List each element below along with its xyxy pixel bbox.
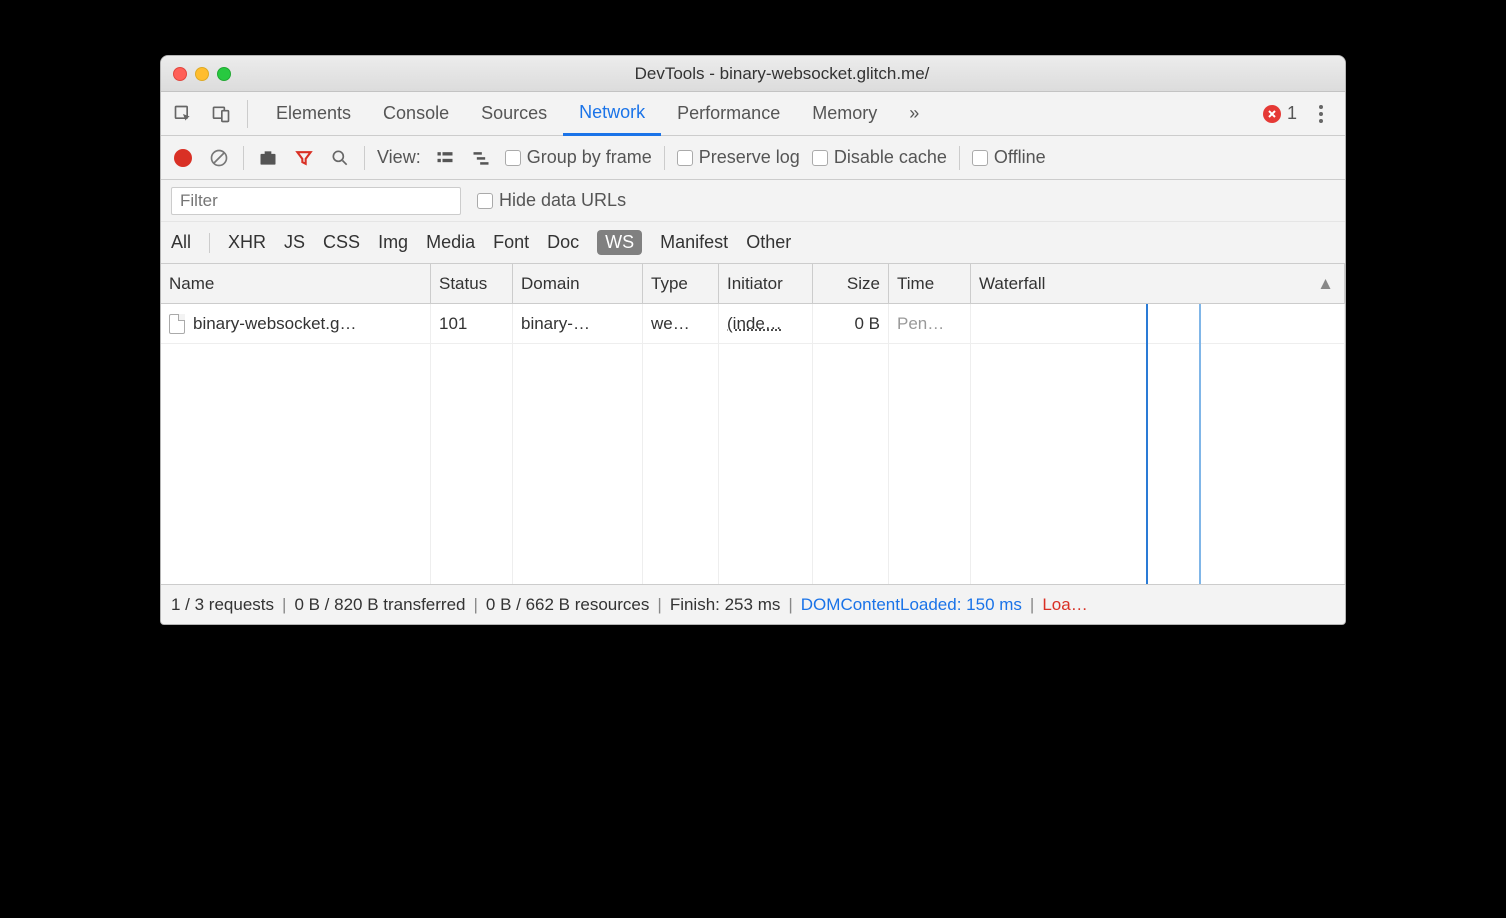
minimize-window-button[interactable] <box>195 67 209 81</box>
filter-font[interactable]: Font <box>493 232 529 253</box>
filter-all[interactable]: All <box>171 232 191 253</box>
inspect-icon[interactable] <box>169 100 197 128</box>
filter-icon[interactable] <box>292 146 316 170</box>
error-icon <box>1263 105 1281 123</box>
type-filters: All XHR JS CSS Img Media Font Doc WS Man… <box>161 222 1345 264</box>
filter-input[interactable] <box>171 187 461 215</box>
sort-arrow-icon: ▲ <box>1317 274 1334 294</box>
status-resources: 0 B / 662 B resources <box>486 595 649 615</box>
tab-sources[interactable]: Sources <box>465 92 563 135</box>
col-header-domain[interactable]: Domain <box>513 264 643 303</box>
filter-js[interactable]: JS <box>284 232 305 253</box>
cell-size: 0 B <box>813 304 889 343</box>
network-statusbar: 1 / 3 requests| 0 B / 820 B transferred|… <box>161 584 1345 624</box>
tab-console[interactable]: Console <box>367 92 465 135</box>
filter-manifest[interactable]: Manifest <box>660 232 728 253</box>
hide-data-urls-checkbox[interactable]: Hide data URLs <box>477 190 626 211</box>
filter-ws[interactable]: WS <box>597 230 642 255</box>
col-header-name[interactable]: Name <box>161 264 431 303</box>
tab-elements[interactable]: Elements <box>260 92 367 135</box>
window-title: DevTools - binary-websocket.glitch.me/ <box>231 64 1333 84</box>
device-toggle-icon[interactable] <box>207 100 235 128</box>
tab-memory[interactable]: Memory <box>796 92 893 135</box>
offline-checkbox[interactable]: Offline <box>972 147 1046 168</box>
waterfall-view-icon[interactable] <box>469 146 493 170</box>
close-window-button[interactable] <box>173 67 187 81</box>
network-toolbar: View: Group by frame Preserve log Disabl… <box>161 136 1345 180</box>
filter-img[interactable]: Img <box>378 232 408 253</box>
settings-menu-icon[interactable] <box>1319 112 1323 116</box>
tab-performance[interactable]: Performance <box>661 92 796 135</box>
zoom-window-button[interactable] <box>217 67 231 81</box>
capture-screenshots-icon[interactable] <box>256 146 280 170</box>
col-header-size[interactable]: Size <box>813 264 889 303</box>
tabs-overflow[interactable]: » <box>893 92 935 135</box>
tab-network[interactable]: Network <box>563 93 661 136</box>
large-rows-icon[interactable] <box>433 146 457 170</box>
col-header-time[interactable]: Time <box>889 264 971 303</box>
col-header-waterfall[interactable]: Waterfall ▲ <box>971 264 1345 303</box>
col-header-initiator[interactable]: Initiator <box>719 264 813 303</box>
cell-domain: binary-… <box>513 304 643 343</box>
status-requests: 1 / 3 requests <box>171 595 274 615</box>
clear-button[interactable] <box>207 146 231 170</box>
filter-media[interactable]: Media <box>426 232 475 253</box>
col-header-type[interactable]: Type <box>643 264 719 303</box>
filter-row: Hide data URLs <box>161 180 1345 222</box>
filter-xhr[interactable]: XHR <box>228 232 266 253</box>
cell-status: 101 <box>431 304 513 343</box>
col-header-status[interactable]: Status <box>431 264 513 303</box>
cell-time: Pen… <box>889 304 971 343</box>
cell-initiator[interactable]: (inde… <box>727 314 782 334</box>
disable-cache-checkbox[interactable]: Disable cache <box>812 147 947 168</box>
search-icon[interactable] <box>328 146 352 170</box>
status-transferred: 0 B / 820 B transferred <box>294 595 465 615</box>
table-row[interactable]: binary-websocket.g… 101 binary-… we… (in… <box>161 304 1345 344</box>
status-load: Loa… <box>1042 595 1087 615</box>
window-titlebar: DevTools - binary-websocket.glitch.me/ <box>161 56 1345 92</box>
cell-waterfall <box>971 304 1345 343</box>
devtools-tabbar: Elements Console Sources Network Perform… <box>161 92 1345 136</box>
group-by-frame-checkbox[interactable]: Group by frame <box>505 147 652 168</box>
filter-doc[interactable]: Doc <box>547 232 579 253</box>
cell-type: we… <box>643 304 719 343</box>
file-icon <box>169 314 185 334</box>
record-button[interactable] <box>171 146 195 170</box>
status-dcl: DOMContentLoaded: 150 ms <box>801 595 1022 615</box>
filter-other[interactable]: Other <box>746 232 791 253</box>
error-count-badge[interactable]: 1 <box>1263 103 1297 124</box>
status-finish: Finish: 253 ms <box>670 595 781 615</box>
filter-css[interactable]: CSS <box>323 232 360 253</box>
preserve-log-checkbox[interactable]: Preserve log <box>677 147 800 168</box>
network-grid-header: Name Status Domain Type Initiator Size T… <box>161 264 1345 304</box>
network-grid-body: binary-websocket.g… 101 binary-… we… (in… <box>161 304 1345 584</box>
view-label: View: <box>377 147 421 168</box>
cell-name: binary-websocket.g… <box>193 314 356 334</box>
traffic-lights <box>173 67 231 81</box>
devtools-window: DevTools - binary-websocket.glitch.me/ E… <box>160 55 1346 625</box>
